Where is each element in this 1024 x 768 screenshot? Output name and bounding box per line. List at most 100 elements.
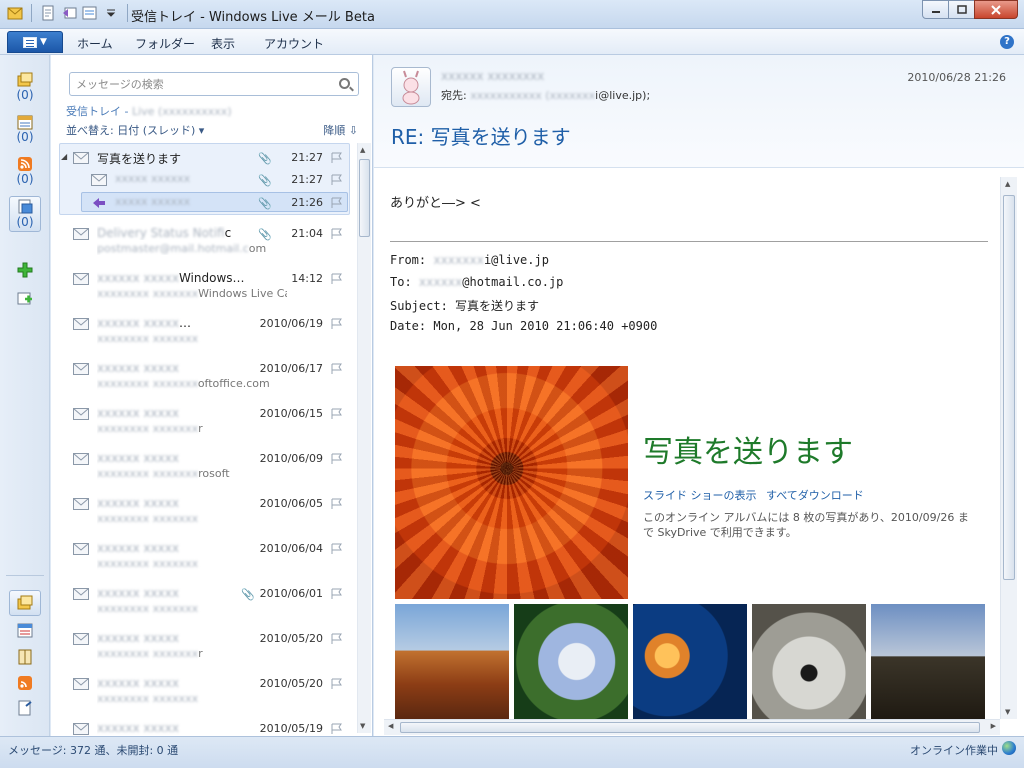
scroll-up-icon[interactable]: ▲ — [1005, 180, 1010, 188]
message-time: 2010/06/15 — [259, 407, 323, 420]
app-mail-icon[interactable] — [6, 4, 24, 22]
flag-icon[interactable] — [330, 498, 344, 510]
sort-order-toggle[interactable]: 降順 ⇩ — [323, 122, 358, 138]
close-button[interactable] — [974, 0, 1018, 19]
add-account-icon[interactable] — [17, 291, 33, 307]
send-receive-icon[interactable] — [81, 4, 99, 22]
message-sender: xxxxxxxx xxxxxxxr — [97, 422, 203, 435]
message-time: 2010/06/09 — [259, 452, 323, 465]
search-input[interactable] — [76, 76, 326, 92]
album-thumbnail[interactable] — [395, 604, 509, 719]
rail-count: (0) — [16, 172, 34, 186]
reply-icon[interactable] — [60, 4, 78, 22]
list-item[interactable]: xxxxxx xxxxx xxxxxxxx xxxxxxxoftoffice.co… — [59, 360, 350, 396]
flag-icon[interactable] — [330, 174, 344, 186]
collapse-icon[interactable]: ◢ — [61, 152, 67, 161]
list-item[interactable]: xxxxxx xxxxxWindows… xxxxxxxx xxxxxxxWind… — [59, 270, 350, 306]
scroll-down-icon[interactable]: ▼ — [360, 722, 365, 730]
list-item[interactable]: xxxxxx xxxxx xxxxxxxx xxxxxxxr 2010/05/20 — [59, 630, 350, 666]
search-box[interactable] — [69, 72, 359, 96]
newsgroup-icon[interactable] — [17, 700, 33, 716]
thread-reply-selected[interactable]: xxxxx xxxxxx 📎 21:26 — [59, 194, 350, 214]
flag-icon[interactable] — [330, 152, 344, 164]
message-sender: xxxxx xxxxxx — [115, 172, 191, 185]
flag-icon[interactable] — [330, 197, 344, 209]
flag-icon[interactable] — [330, 543, 344, 555]
flag-icon[interactable] — [330, 228, 344, 240]
rail-item-feeds[interactable]: (0) — [11, 156, 39, 186]
slideshow-link[interactable]: スライド ショーの表示 — [643, 489, 757, 502]
list-scrollbar[interactable]: ▲ ▼ — [357, 143, 371, 733]
list-item[interactable]: xxxxxx xxxxx… xxxxxxxx xxxxxxx 2010/06/19 — [59, 315, 350, 351]
contact-picture-icon — [402, 70, 420, 105]
album-thumbnail[interactable] — [752, 604, 866, 719]
list-item[interactable]: xxxxxx xxxxx xxxxxxxx xxxxxxxr 2010/06/15 — [59, 405, 350, 441]
list-item[interactable]: xxxxxx xxxxx xxxxxxxx xxxxxxxrosoft 2010/0… — [59, 450, 350, 486]
scroll-up-icon[interactable]: ▲ — [360, 146, 365, 154]
message-subject: 写真を送ります — [97, 152, 182, 166]
thread-reply[interactable]: xxxxx xxxxxx 📎 21:27 — [59, 171, 350, 191]
divider — [390, 241, 988, 242]
tab-home[interactable]: ホーム — [77, 35, 113, 52]
title-bar: 受信トレイ - Windows Live メール Beta — [0, 0, 1024, 29]
nav-rail: (0) (0) (0) (0) — [0, 55, 50, 736]
thread-root[interactable]: ◢ 写真を送ります 📎 21:27 — [59, 149, 350, 169]
list-item[interactable]: xxxxxx xxxxx xxxxxxxx xxxxxxx 2010/06/05 — [59, 495, 350, 531]
flag-icon[interactable] — [330, 588, 344, 600]
new-message-icon[interactable] — [39, 4, 57, 22]
list-item[interactable]: xxxxxx xxxxx xxxxxxxx xxxxxxx 2010/05/20 — [59, 675, 350, 711]
scroll-thumb[interactable] — [400, 722, 980, 733]
message-subject: xxxxxx xxxxx — [97, 631, 179, 645]
tab-view[interactable]: 表示 — [211, 35, 235, 52]
sort-dropdown[interactable]: 並べ替え: 日付 (スレッド) ▾ — [66, 122, 204, 138]
help-icon[interactable]: ? — [1000, 35, 1014, 49]
calendar-icon[interactable] — [17, 622, 33, 638]
quoted-to: To: xxxxxx@hotmail.co.jp — [390, 275, 564, 289]
reading-vertical-scrollbar[interactable]: ▲ ▼ — [1000, 177, 1017, 719]
flag-icon[interactable] — [330, 318, 344, 330]
scroll-down-icon[interactable]: ▼ — [1005, 708, 1010, 716]
list-item[interactable]: Delivery Status Notific postmaster@mail.h… — [59, 225, 350, 261]
minimize-button[interactable] — [922, 0, 949, 19]
flag-icon[interactable] — [330, 273, 344, 285]
message-sender: xxxxxxxx xxxxxxx — [97, 692, 199, 705]
message-subject: xxxxxx xxxxx — [97, 451, 179, 465]
scroll-left-icon[interactable]: ◀ — [388, 722, 393, 730]
list-item[interactable]: xxxxxx xxxxx xxxxxxxx xxxxxxx 📎 2010/06/01 — [59, 585, 350, 621]
flag-icon[interactable] — [330, 453, 344, 465]
list-item[interactable]: xxxxxx xxxxx xxxxxxxx xxxxxxx 2010/06/04 — [59, 540, 350, 576]
tab-folder[interactable]: フォルダー — [135, 35, 195, 52]
album-cover-photo[interactable] — [395, 366, 628, 599]
message-sender: xxxxxxxx xxxxxxxr — [97, 647, 203, 660]
online-status[interactable]: オンライン作業中 — [910, 742, 998, 758]
rail-mail-button[interactable] — [9, 590, 41, 616]
contacts-icon[interactable] — [17, 649, 33, 665]
album-thumbnail[interactable] — [514, 604, 628, 719]
maximize-button[interactable] — [948, 0, 975, 19]
message-subject: xxxxxx xxxxx — [97, 676, 179, 690]
scroll-right-icon[interactable]: ▶ — [991, 722, 996, 730]
rail-item-calendar[interactable]: (0) — [11, 114, 39, 144]
mail-icon — [17, 595, 33, 610]
reading-horizontal-scrollbar[interactable]: ◀ ▶ — [384, 719, 1000, 735]
rss-feed-icon[interactable] — [17, 675, 33, 691]
scroll-thumb[interactable] — [359, 159, 370, 237]
flag-icon[interactable] — [330, 678, 344, 690]
flag-icon[interactable] — [330, 633, 344, 645]
chevron-down-icon[interactable] — [102, 4, 120, 22]
flag-icon[interactable] — [330, 363, 344, 375]
album-thumbnail[interactable] — [871, 604, 985, 719]
rail-item-newsgroups[interactable]: (0) — [9, 196, 41, 232]
flag-icon[interactable] — [330, 723, 344, 735]
add-icon[interactable] — [17, 262, 33, 278]
tab-account[interactable]: アカウント — [264, 35, 324, 52]
album-thumbnail[interactable] — [633, 604, 747, 719]
file-menu-button[interactable]: ▼ — [7, 31, 63, 53]
message-subject: xxxxxx xxxxx — [97, 586, 179, 600]
search-icon[interactable] — [339, 78, 350, 89]
download-all-link[interactable]: すべてダウンロード — [766, 489, 864, 502]
rail-item-inbox[interactable]: (0) — [11, 72, 39, 102]
scroll-thumb[interactable] — [1003, 195, 1015, 580]
flag-icon[interactable] — [330, 408, 344, 420]
attachment-icon: 📎 — [241, 588, 255, 601]
